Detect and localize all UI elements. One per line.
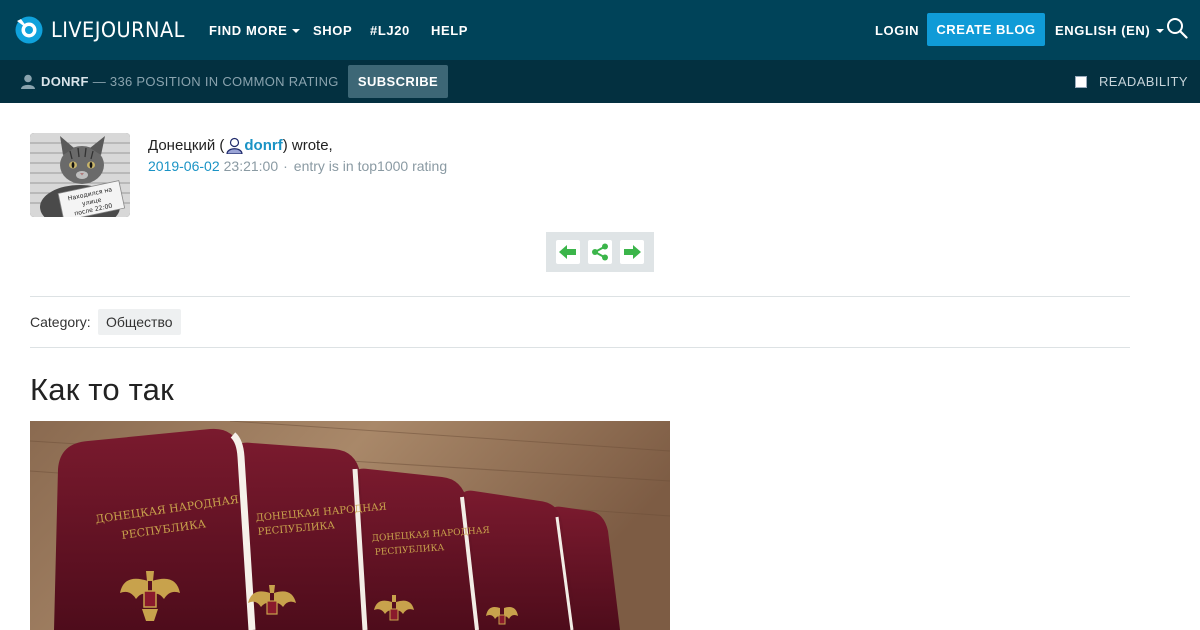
chevron-down-icon bbox=[292, 28, 301, 33]
avatar[interactable]: Находился на улице после 22:00 bbox=[30, 133, 130, 217]
entry-rating-note[interactable]: entry is in top1000 rating bbox=[294, 158, 447, 174]
nav-help-label: HELP bbox=[431, 22, 469, 38]
entry-controls bbox=[546, 232, 654, 272]
journal-owner-info: DONRF — 336 POSITION IN COMMON RATING bbox=[41, 60, 339, 103]
entry-date-link[interactable]: 2019-06-02 bbox=[148, 158, 220, 174]
entry-author-line: Донецкий ( donrf ) wrote, bbox=[148, 135, 333, 155]
login-link[interactable]: LOGIN bbox=[875, 0, 919, 60]
nav-shop[interactable]: SHOP bbox=[313, 0, 352, 60]
user-icon bbox=[21, 74, 35, 89]
language-label: ENGLISH (EN) bbox=[1055, 22, 1151, 38]
entry-time: 23:21:00 bbox=[223, 158, 279, 174]
prev-arrow-icon bbox=[559, 245, 576, 259]
nav-find-more-label: FIND MORE bbox=[209, 22, 288, 38]
wrote-text: ) wrote, bbox=[282, 136, 333, 154]
top-navigation-bar: LIVEJOURNAL FIND MORE SHOP #LJ20 HELP LO… bbox=[0, 0, 1200, 60]
journal-rating: — 336 POSITION IN COMMON RATING bbox=[92, 74, 339, 89]
chevron-down-icon bbox=[1156, 28, 1165, 33]
search-icon[interactable] bbox=[1166, 17, 1188, 39]
category-tag[interactable]: Общество bbox=[98, 309, 181, 335]
nav-shop-label: SHOP bbox=[313, 22, 353, 38]
readability-label: READABILITY bbox=[1099, 74, 1188, 89]
post-title: Как то так bbox=[30, 372, 174, 407]
create-blog-button[interactable]: CREATE BLOG bbox=[927, 13, 1045, 46]
readability-toggle[interactable]: READABILITY bbox=[1075, 60, 1188, 103]
livejournal-logo[interactable]: LIVEJOURNAL bbox=[15, 15, 197, 45]
livejournal-logo-icon bbox=[15, 16, 43, 44]
readability-checkbox[interactable] bbox=[1075, 75, 1087, 88]
journal-subbar: DONRF — 336 POSITION IN COMMON RATING bbox=[0, 60, 1200, 103]
divider bbox=[30, 347, 1130, 348]
next-entry-button[interactable] bbox=[620, 240, 644, 264]
logo-wordmark: LIVEJOURNAL bbox=[51, 18, 185, 42]
category-label: Category: bbox=[30, 314, 91, 330]
entry-meta: 2019-06-02 23:21:00 · entry is in top100… bbox=[148, 156, 447, 176]
user-icon[interactable] bbox=[226, 137, 243, 154]
avatar-cat-image: Находился на улице после 22:00 bbox=[30, 133, 130, 217]
nav-find-more[interactable]: FIND MORE bbox=[209, 0, 301, 60]
journal-username[interactable]: DONRF bbox=[41, 74, 89, 89]
share-button[interactable] bbox=[588, 240, 612, 264]
passports-photo: ДОНЕЦКАЯ НАРОДНАЯ РЕСПУБЛИКА ДОНЕЦКАЯ НА… bbox=[30, 421, 670, 630]
next-arrow-icon bbox=[624, 245, 641, 259]
meta-separator: · bbox=[283, 158, 288, 174]
subscribe-button[interactable]: SUBSCRIBE bbox=[348, 65, 448, 98]
author-login-link[interactable]: donrf bbox=[244, 137, 282, 154]
divider bbox=[30, 296, 1130, 297]
previous-entry-button[interactable] bbox=[556, 240, 580, 264]
author-display-name: Донецкий ( bbox=[148, 136, 225, 154]
share-icon bbox=[592, 243, 608, 261]
nav-lj20-label: #LJ20 bbox=[370, 22, 410, 38]
language-selector[interactable]: ENGLISH (EN) bbox=[1055, 0, 1165, 60]
nav-lj20[interactable]: #LJ20 bbox=[370, 0, 410, 60]
nav-help[interactable]: HELP bbox=[431, 0, 468, 60]
post-image[interactable]: ДОНЕЦКАЯ НАРОДНАЯ РЕСПУБЛИКА ДОНЕЦКАЯ НА… bbox=[30, 421, 670, 630]
login-label: LOGIN bbox=[875, 22, 920, 38]
